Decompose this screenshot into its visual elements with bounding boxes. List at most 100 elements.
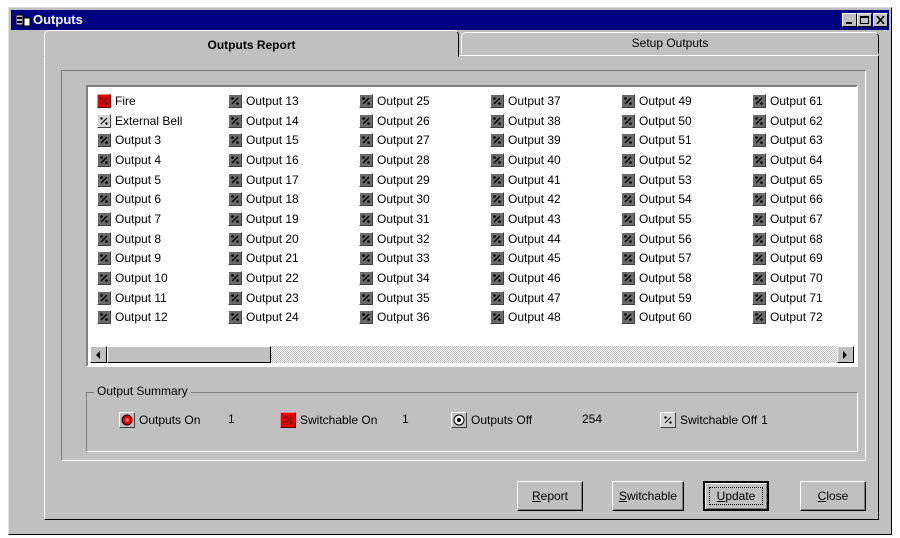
scroll-right-button[interactable] (837, 346, 854, 363)
output-item[interactable]: Output 22 (223, 268, 354, 288)
switchable-button[interactable]: Switchable (612, 481, 684, 511)
output-item[interactable]: Output 57 (616, 249, 747, 269)
output-item[interactable]: Output 19 (223, 209, 354, 229)
output-item[interactable]: Output 16 (223, 150, 354, 170)
output-item[interactable]: Output 33 (354, 249, 485, 269)
output-item[interactable]: Output 30 (354, 189, 485, 209)
output-item[interactable]: Output 6 (92, 189, 223, 209)
output-item[interactable]: Output 3 (92, 130, 223, 150)
output-item[interactable]: Output 38 (485, 111, 616, 131)
output-off-icon (490, 152, 504, 167)
report-button[interactable]: Report (517, 481, 583, 511)
output-item[interactable]: Output 52 (616, 150, 747, 170)
output-off-icon (490, 192, 504, 207)
close-window-button[interactable] (873, 13, 888, 27)
horizontal-scrollbar[interactable] (90, 346, 854, 363)
output-label: Output 69 (770, 251, 823, 266)
output-item[interactable]: Output 53 (616, 170, 747, 190)
output-item[interactable]: Output 62 (747, 111, 856, 131)
output-item[interactable]: Output 31 (354, 209, 485, 229)
output-item[interactable]: Output 54 (616, 189, 747, 209)
close-button[interactable]: Close (800, 481, 866, 511)
output-off-icon (228, 231, 242, 246)
output-item[interactable]: Output 25 (354, 91, 485, 111)
output-off-icon (97, 211, 111, 226)
output-item[interactable]: Output 46 (485, 268, 616, 288)
output-item[interactable]: Output 68 (747, 229, 856, 249)
output-item[interactable]: Output 71 (747, 288, 856, 308)
output-item[interactable]: Output 20 (223, 229, 354, 249)
output-label: Output 4 (115, 152, 162, 167)
maximize-icon (860, 16, 869, 24)
output-item[interactable]: Output 15 (223, 130, 354, 150)
output-item[interactable]: Output 36 (354, 308, 485, 328)
output-item[interactable]: Output 70 (747, 268, 856, 288)
output-item[interactable]: Output 67 (747, 209, 856, 229)
output-item[interactable]: Output 11 (92, 288, 223, 308)
output-item[interactable]: Output 64 (747, 150, 856, 170)
output-item[interactable]: Output 59 (616, 288, 747, 308)
output-item[interactable]: Output 10 (92, 268, 223, 288)
output-item[interactable]: Output 69 (747, 249, 856, 269)
output-item[interactable]: Output 17 (223, 170, 354, 190)
title-bar[interactable]: Outputs (11, 10, 889, 30)
output-item[interactable]: Output 44 (485, 229, 616, 249)
output-item[interactable]: External Bell (92, 111, 223, 131)
output-item[interactable]: Output 43 (485, 209, 616, 229)
output-item[interactable]: Output 40 (485, 150, 616, 170)
output-item[interactable]: Output 50 (616, 111, 747, 131)
output-item[interactable]: Output 7 (92, 209, 223, 229)
output-item[interactable]: Output 23 (223, 288, 354, 308)
output-item[interactable]: Output 45 (485, 249, 616, 269)
output-item[interactable]: Output 12 (92, 308, 223, 328)
output-item[interactable]: Output 28 (354, 150, 485, 170)
output-label: Output 57 (639, 251, 692, 266)
output-item[interactable]: Output 39 (485, 130, 616, 150)
output-item[interactable]: Output 56 (616, 229, 747, 249)
output-item[interactable]: Output 37 (485, 91, 616, 111)
maximize-button[interactable] (857, 13, 872, 27)
output-item[interactable]: Output 13 (223, 91, 354, 111)
output-item[interactable]: Output 66 (747, 189, 856, 209)
output-item[interactable]: Output 72 (747, 308, 856, 328)
tab-outputs-report[interactable]: Outputs Report (44, 30, 459, 57)
output-item[interactable]: Output 65 (747, 170, 856, 190)
output-item[interactable]: Output 55 (616, 209, 747, 229)
output-item[interactable]: Output 32 (354, 229, 485, 249)
output-item[interactable]: Output 18 (223, 189, 354, 209)
tab-setup-outputs[interactable]: Setup Outputs (461, 32, 879, 54)
output-item[interactable]: Output 35 (354, 288, 485, 308)
scroll-track[interactable] (107, 346, 837, 363)
output-off-icon (228, 172, 242, 187)
output-item[interactable]: Output 61 (747, 91, 856, 111)
output-item[interactable]: Output 27 (354, 130, 485, 150)
output-item[interactable]: Output 21 (223, 249, 354, 269)
output-item[interactable]: Output 24 (223, 308, 354, 328)
output-item[interactable]: Output 5 (92, 170, 223, 190)
output-item[interactable]: Output 34 (354, 268, 485, 288)
outputs-list[interactable]: Fire External Bell Output 3 Output 4 Output … (86, 85, 858, 367)
output-item[interactable]: Output 48 (485, 308, 616, 328)
output-label: Output 52 (639, 152, 692, 167)
output-item[interactable]: Output 63 (747, 130, 856, 150)
output-item[interactable]: Output 60 (616, 308, 747, 328)
output-off-icon (752, 152, 766, 167)
output-item[interactable]: Output 4 (92, 150, 223, 170)
output-item[interactable]: Output 47 (485, 288, 616, 308)
scroll-thumb[interactable] (107, 346, 271, 363)
output-item[interactable]: Output 49 (616, 91, 747, 111)
output-item[interactable]: Output 58 (616, 268, 747, 288)
update-button[interactable]: Update (703, 481, 769, 511)
output-item[interactable]: Output 41 (485, 170, 616, 190)
output-label: Output 18 (246, 192, 299, 207)
output-item[interactable]: Output 51 (616, 130, 747, 150)
output-item[interactable]: Fire (92, 91, 223, 111)
output-item[interactable]: Output 26 (354, 111, 485, 131)
output-item[interactable]: Output 14 (223, 111, 354, 131)
output-item[interactable]: Output 8 (92, 229, 223, 249)
output-item[interactable]: Output 9 (92, 249, 223, 269)
minimize-button[interactable] (842, 13, 857, 27)
output-item[interactable]: Output 29 (354, 170, 485, 190)
scroll-left-button[interactable] (90, 346, 107, 363)
output-item[interactable]: Output 42 (485, 189, 616, 209)
